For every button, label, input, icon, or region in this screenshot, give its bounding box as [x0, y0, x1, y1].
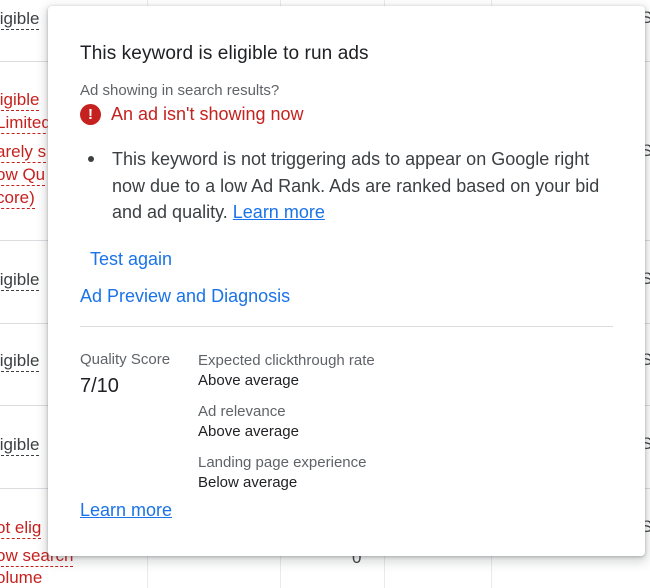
- exclamation-icon: !: [80, 104, 101, 125]
- ad-preview-diagnosis-link[interactable]: Ad Preview and Diagnosis: [80, 286, 290, 307]
- metric-expected-ctr: Expected clickthrough rate Above average: [198, 351, 375, 391]
- status-explanation: This keyword is not triggering ads to ap…: [80, 146, 620, 226]
- table-status-cell[interactable]: ligible: [0, 89, 40, 111]
- metric-value: Below average: [198, 474, 298, 491]
- table-status-cell[interactable]: ot elig: [0, 517, 42, 539]
- quality-components: Expected clickthrough rate Above average…: [198, 351, 375, 504]
- table-status-cell[interactable]: core): [0, 187, 35, 209]
- ad-status-text: An ad isn't showing now: [111, 104, 304, 124]
- ad-showing-subhead: Ad showing in search results?: [80, 82, 280, 99]
- metric-name: Expected clickthrough rate: [198, 352, 375, 369]
- test-again-button[interactable]: Test again: [90, 249, 172, 270]
- table-status-cell[interactable]: ow Qu: [0, 164, 46, 186]
- section-divider: [80, 326, 613, 327]
- table-status-cell[interactable]: ligible: [0, 434, 40, 456]
- table-status-cell[interactable]: arely s: [0, 141, 47, 163]
- learn-more-link[interactable]: Learn more: [233, 202, 325, 222]
- metric-value: Above average: [198, 423, 299, 440]
- explanation-text: This keyword is not triggering ads to ap…: [112, 146, 620, 226]
- table-status-cell[interactable]: olume: [0, 567, 42, 588]
- quality-score-label: Quality Score: [80, 351, 171, 368]
- table-status-cell[interactable]: ligible: [0, 8, 40, 30]
- explanation-body: This keyword is not triggering ads to ap…: [112, 149, 600, 222]
- bullet-dot: [88, 156, 94, 162]
- quality-learn-more-link[interactable]: Learn more: [80, 500, 172, 521]
- table-status-cell[interactable]: ligible: [0, 350, 40, 372]
- metric-name: Landing page experience: [198, 454, 367, 471]
- metric-ad-relevance: Ad relevance Above average: [198, 402, 375, 442]
- table-status-cell[interactable]: ligible: [0, 269, 40, 291]
- metric-value: Above average: [198, 372, 299, 389]
- ad-status-row: ! An ad isn't showing now: [80, 104, 304, 125]
- quality-score-value: 7/10: [80, 375, 119, 397]
- keyword-status-popover: This keyword is eligible to run ads Ad s…: [48, 6, 645, 556]
- popover-title: This keyword is eligible to run ads: [80, 43, 369, 64]
- table-status-cell[interactable]: Limited: [0, 112, 51, 134]
- metric-landing-page: Landing page experience Below average: [198, 453, 375, 493]
- metric-name: Ad relevance: [198, 403, 286, 420]
